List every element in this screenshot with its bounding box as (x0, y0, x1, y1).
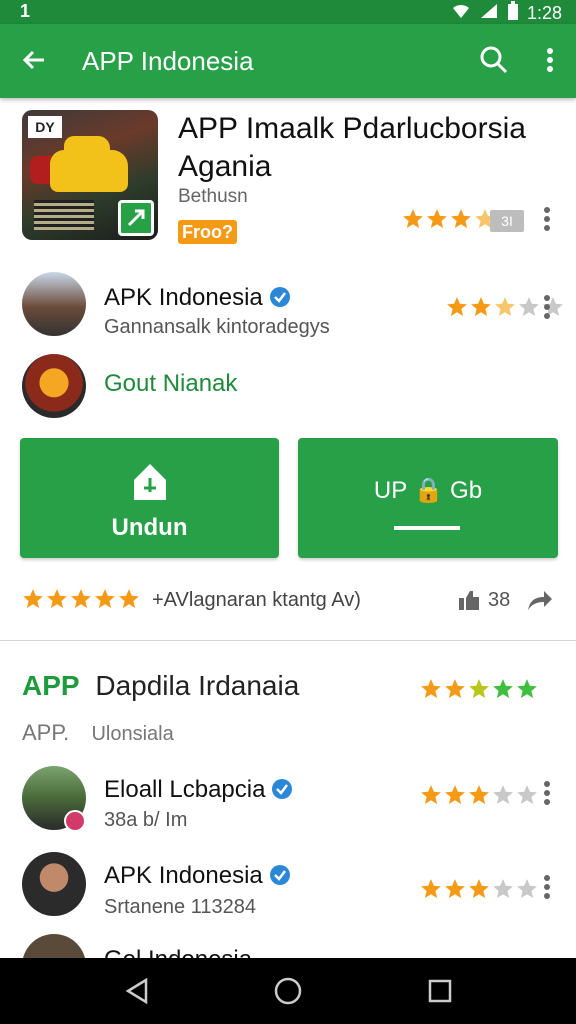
star-icon (445, 679, 465, 699)
thumb-badge-icon (118, 200, 154, 236)
star-icon (421, 785, 441, 805)
star-icon (493, 679, 513, 699)
star-icon (71, 589, 91, 609)
avatar[interactable] (22, 354, 86, 418)
update-underline (394, 526, 460, 530)
section-sub-text: Ulonsiala (91, 723, 174, 745)
avatar[interactable] (22, 852, 86, 916)
star-icon (445, 785, 465, 805)
star-icon (469, 785, 489, 805)
thumb-logo: DY (28, 116, 62, 138)
download-icon (128, 460, 172, 509)
status-bar: 1 1:28 (0, 0, 576, 24)
verified-icon (269, 286, 291, 308)
star-icon (517, 879, 537, 899)
hero-more-icon[interactable] (542, 206, 552, 232)
section-subtitle: APP. Ulonsiala (22, 720, 174, 746)
list-title-text: APK Indonesia (104, 862, 263, 889)
section-title: APP Dapdila Irdanaia (22, 670, 299, 702)
row-subtitle: Gannansalk kintoradegys (104, 316, 330, 338)
list-item-stars (420, 878, 538, 900)
star-icon (469, 679, 489, 699)
star-icon (23, 589, 43, 609)
status-icons: 1:28 (451, 1, 562, 26)
verified-icon (271, 778, 293, 800)
section-sub-prefix: APP. (22, 720, 70, 745)
star-icon (421, 679, 441, 699)
hero-title: APP Imaalk Pdarlucborsia Agania (178, 112, 526, 183)
system-nav-bar (0, 958, 576, 1024)
star-icon (47, 589, 67, 609)
score-badge: 3I (490, 210, 524, 232)
divider (0, 640, 576, 641)
battery-icon (507, 1, 519, 26)
star-icon (451, 209, 471, 229)
star-icon (445, 879, 465, 899)
section-rating-stars (420, 678, 538, 700)
more-vert-icon[interactable] (538, 44, 562, 76)
star-icon (493, 785, 513, 805)
star-icon (403, 209, 423, 229)
search-icon[interactable] (478, 44, 510, 76)
app-bar: APP Indonesia (0, 24, 576, 98)
star-icon (519, 297, 539, 317)
row-title: APK Indonesia (104, 284, 291, 312)
back-arrow-icon[interactable] (18, 44, 50, 76)
avatar[interactable] (22, 272, 86, 336)
list-item-title: Eloall Lcbapcia (104, 776, 293, 804)
price-tag: Froo? (178, 220, 237, 244)
signal-icon (479, 2, 499, 25)
list-more-icon[interactable] (542, 780, 552, 806)
status-left: 1 (20, 1, 31, 21)
download-button[interactable]: Undun (20, 438, 279, 558)
row-more-icon[interactable] (542, 294, 552, 320)
star-icon (95, 589, 115, 609)
section-title-rest: Dapdila Irdanaia (95, 670, 300, 701)
like-count: 38 (488, 589, 511, 611)
row-title-text: APK Indonesia (104, 284, 263, 311)
star-icon (493, 879, 513, 899)
star-icon (469, 879, 489, 899)
hero-subtitle: Bethusn (178, 186, 248, 207)
star-icon (447, 297, 467, 317)
section-title-green: APP (22, 670, 80, 701)
star-icon (471, 297, 491, 317)
star-icon (427, 209, 447, 229)
page-title: APP Indonesia (82, 46, 254, 76)
rating-text: +AVlagnaran ktantg Av) (152, 589, 361, 611)
share-icon[interactable] (526, 588, 554, 617)
list-item-title: APK Indonesia (104, 862, 291, 890)
list-item-stars (420, 784, 538, 806)
app-thumbnail[interactable]: DY (22, 110, 158, 240)
avatar-badge-icon (64, 810, 86, 832)
list-item-subtitle: 38a b/ Im (104, 809, 188, 831)
star-icon (119, 589, 139, 609)
list-more-icon[interactable] (542, 874, 552, 900)
list-item-subtitle: Srtanene 113284 (104, 896, 256, 918)
star-icon (421, 879, 441, 899)
list-title-text: Eloall Lcbapcia (104, 776, 266, 803)
update-button[interactable]: UP 🔒 Gb (298, 438, 558, 558)
verified-icon (269, 864, 291, 886)
star-icon (495, 297, 515, 317)
star-icon (517, 785, 537, 805)
star-icon (517, 679, 537, 699)
clock: 1:28 (526, 3, 562, 23)
thumb-yellow-car (50, 136, 128, 192)
row-title: Gout Nianak (104, 370, 238, 397)
rating-stars (22, 588, 140, 610)
update-label: UP 🔒 Gb (373, 477, 483, 504)
thumbs-icon[interactable] (456, 588, 482, 617)
download-label: Undun (111, 514, 188, 541)
nav-recents-icon[interactable] (425, 976, 455, 1006)
nav-back-icon[interactable] (122, 976, 152, 1006)
wifi-icon (451, 2, 471, 25)
thumb-text-art (34, 200, 94, 230)
nav-home-icon[interactable] (273, 976, 303, 1006)
